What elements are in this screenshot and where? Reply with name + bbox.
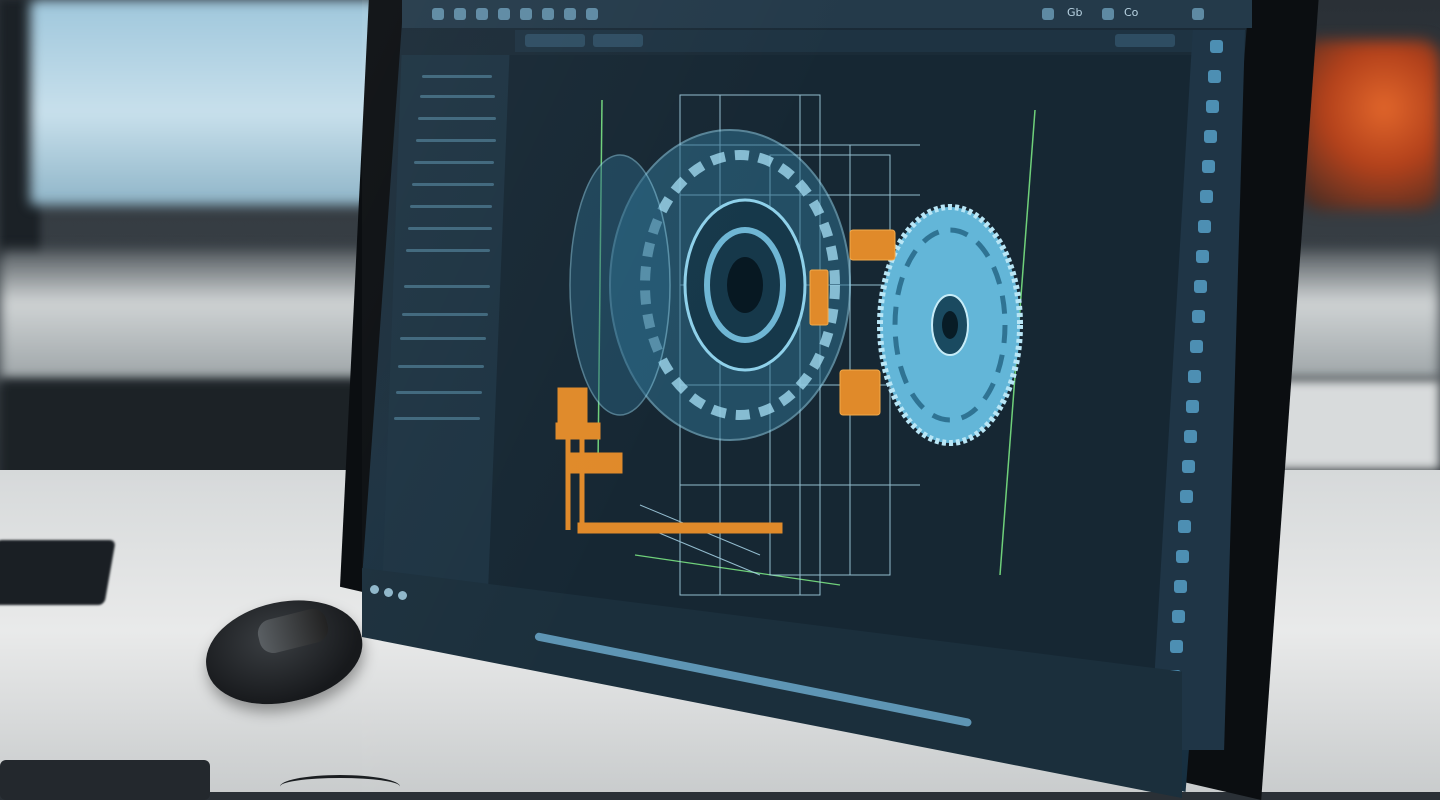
tool-button[interactable] [1194,280,1207,293]
tool-button[interactable] [1196,250,1209,263]
info-icon[interactable] [1102,8,1114,20]
tab-view[interactable] [1115,34,1175,47]
tool-button[interactable] [1180,490,1193,503]
file-icon[interactable] [432,8,444,20]
measure-icon[interactable] [586,8,598,20]
tab-1[interactable] [525,34,585,47]
panel-row[interactable] [400,337,486,340]
panel-row[interactable] [410,205,492,208]
mouse-cable [280,775,400,798]
tool-button[interactable] [1192,310,1205,323]
tool-button[interactable] [1184,430,1197,443]
orange-equipment [1300,40,1440,210]
tool-button[interactable] [1200,190,1213,203]
start-icon[interactable] [370,585,379,594]
tool-button[interactable] [1198,220,1211,233]
keyboard [0,540,116,605]
tab-strip [515,30,1195,52]
panel-row[interactable] [414,161,494,164]
panel-row[interactable] [420,95,495,98]
tool-button[interactable] [1190,340,1203,353]
tool-button[interactable] [1178,520,1191,533]
toolbar-label-b: Co [1124,6,1139,19]
tool-button[interactable] [1210,40,1223,53]
save-icon[interactable] [454,8,466,20]
select-icon[interactable] [520,8,532,20]
panel-row[interactable] [394,417,480,420]
tool-button[interactable] [1170,640,1183,653]
tool-button[interactable] [1188,370,1201,383]
panel-row[interactable] [398,365,484,368]
tool-button[interactable] [1174,580,1187,593]
right-shelf [1270,380,1440,470]
toolbar-label-a: Gb [1067,6,1083,19]
cad-wireframe-model[interactable] [540,85,1060,605]
panel-row[interactable] [412,183,494,186]
tool-button[interactable] [1172,610,1185,623]
main-rotor [569,129,851,441]
tool-button[interactable] [1202,160,1215,173]
tool-button[interactable] [1182,460,1195,473]
tab-2[interactable] [593,34,643,47]
tool-button[interactable] [1208,70,1221,83]
keyboard-front [0,760,210,800]
axis-line [634,554,841,586]
tool-button[interactable] [1186,400,1199,413]
panel-row[interactable] [404,285,490,288]
folder-icon[interactable] [398,591,407,600]
top-toolbar: Gb Co [402,0,1252,28]
panel-row[interactable] [402,313,488,316]
panel-row[interactable] [416,139,496,142]
tool-button[interactable] [1176,550,1189,563]
browser-icon[interactable] [384,588,393,597]
gear-disc [877,204,1023,446]
panel-row[interactable] [422,75,492,78]
panel-row[interactable] [406,249,490,252]
tool-button[interactable] [1206,100,1219,113]
rotate-icon[interactable] [564,8,576,20]
tool-button[interactable] [1204,130,1217,143]
panel-row[interactable] [408,227,492,230]
move-icon[interactable] [542,8,554,20]
undo-icon[interactable] [476,8,488,20]
panel-row[interactable] [418,117,496,120]
share-icon[interactable] [1042,8,1054,20]
panel-row[interactable] [396,391,482,394]
settings-icon[interactable] [1192,8,1204,20]
background-monitor-screen [30,0,380,205]
redo-icon[interactable] [498,8,510,20]
